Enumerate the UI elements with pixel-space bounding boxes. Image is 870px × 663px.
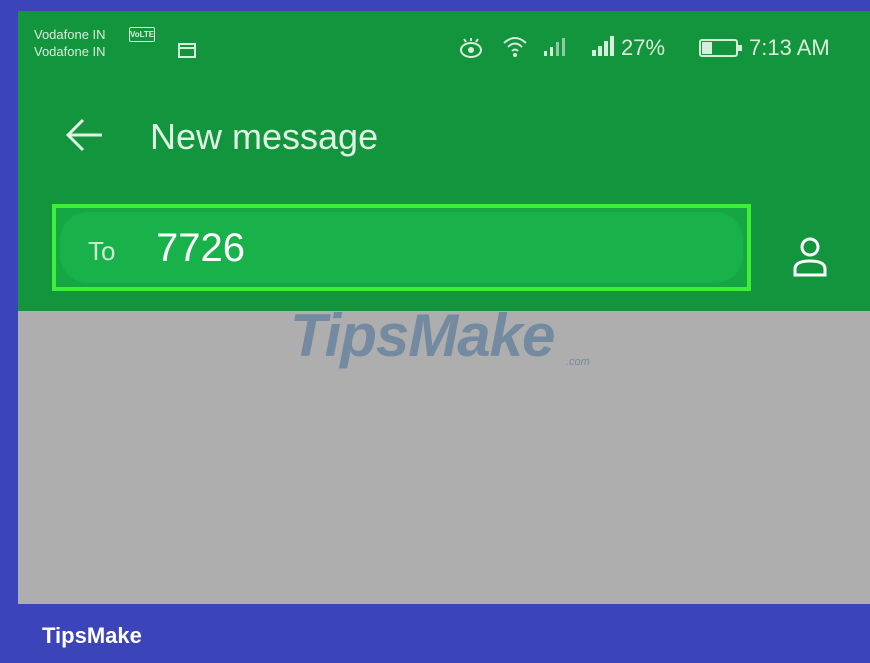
wifi-icon — [502, 33, 528, 64]
recipient-input-pill[interactable]: To 7726 — [60, 212, 743, 283]
signal-icon — [542, 37, 568, 62]
app-header: Vodafone IN VoLTE Vodafone IN 27% 7:13 A… — [18, 11, 870, 311]
footer-brand: TipsMake — [42, 623, 142, 648]
status-bar: Vodafone IN VoLTE Vodafone IN 27% 7:13 A… — [18, 11, 870, 81]
back-arrow-icon[interactable] — [64, 115, 104, 160]
carrier-name-2: Vodafone IN — [34, 44, 106, 59]
battery-icon — [699, 39, 743, 62]
page-title: New message — [150, 116, 379, 157]
battery-percent: 27% — [621, 35, 666, 60]
volte-badge: VoLTE — [129, 27, 155, 42]
watermark-suffix: .com — [566, 356, 590, 368]
status-time: 7:13 AM — [749, 35, 830, 60]
carrier-name-1: Vodafone IN — [34, 27, 106, 42]
recipient-label: To — [88, 236, 116, 266]
eye-comfort-icon — [458, 37, 484, 64]
recipient-input[interactable]: 7726 — [156, 226, 245, 271]
signal-icon — [590, 35, 618, 62]
watermark: TipsMake — [290, 302, 555, 369]
phone-screen: Vodafone IN VoLTE Vodafone IN 27% 7:13 A… — [18, 11, 870, 604]
recipient-field[interactable]: To 7726 — [52, 204, 751, 291]
contact-picker-icon[interactable] — [792, 235, 828, 284]
notification-icon — [178, 43, 196, 64]
